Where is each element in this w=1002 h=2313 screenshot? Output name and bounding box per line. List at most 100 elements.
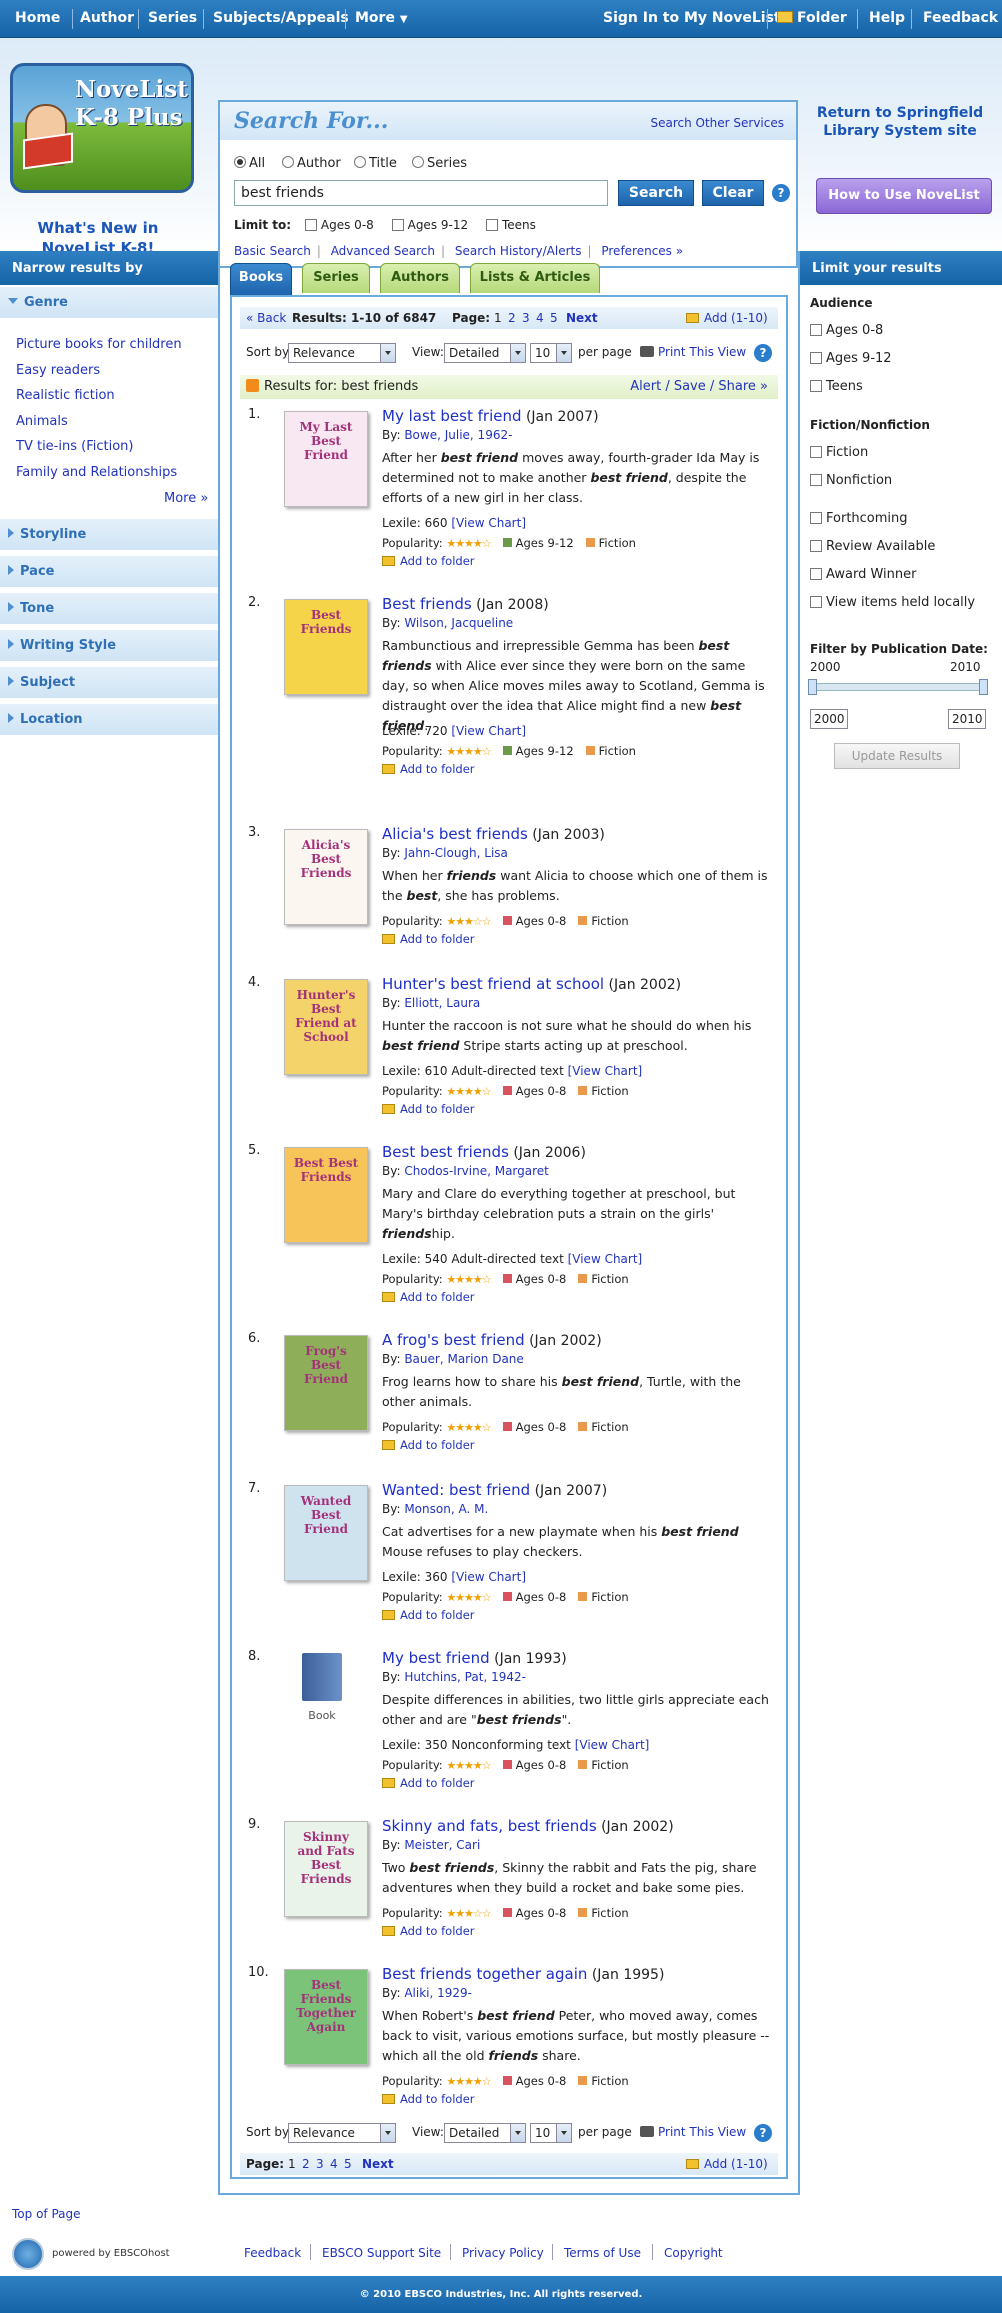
add-to-folder-link[interactable]: Add to folder <box>382 1438 475 1452</box>
page-link[interactable]: 5 <box>344 2157 352 2171</box>
view-chart-link[interactable]: [View Chart] <box>575 1738 650 1752</box>
clear-button[interactable]: Clear <box>702 180 764 206</box>
facet-writing-style[interactable]: Writing Style <box>0 630 218 662</box>
view-chart-link[interactable]: [View Chart] <box>568 1252 643 1266</box>
view-select[interactable]: Detailed <box>444 343 526 363</box>
view-chart-link[interactable]: [View Chart] <box>451 1570 526 1584</box>
book-cover-image[interactable]: My Last Best Friend <box>284 411 368 507</box>
tab-authors[interactable]: Authors <box>380 263 460 293</box>
facet-location[interactable]: Location <box>0 704 218 736</box>
filter-forthcoming[interactable]: Forthcoming <box>810 511 908 526</box>
nav-feedback[interactable]: Feedback <box>923 10 998 26</box>
book-cover-image[interactable]: Best Friends Together Again <box>284 1969 368 2065</box>
book-cover-image[interactable]: Book <box>302 1653 342 1722</box>
return-to-library-link[interactable]: Return to Springfield Library System sit… <box>810 104 990 140</box>
book-cover-image[interactable]: Alicia's Best Friends <box>284 829 368 925</box>
next-link[interactable]: Next <box>362 2157 394 2171</box>
filter-held-locally[interactable]: View items held locally <box>810 595 975 610</box>
date-to-input[interactable]: 2010 <box>948 709 986 729</box>
nav-home[interactable]: Home <box>15 10 60 26</box>
limit-teens[interactable]: Teens <box>485 218 536 232</box>
search-button[interactable]: Search <box>618 180 694 206</box>
filter-nonfiction[interactable]: Nonfiction <box>810 473 892 488</box>
author-link[interactable]: Hutchins, Pat, 1942- <box>404 1670 526 1684</box>
genre-more-link[interactable]: More » <box>164 491 208 506</box>
page-link[interactable]: 5 <box>550 311 558 325</box>
per-page-select[interactable]: 10 <box>530 343 572 363</box>
audience-teens[interactable]: Teens <box>810 379 863 394</box>
add-to-folder-link[interactable]: Add to folder <box>382 762 475 776</box>
author-link[interactable]: Bowe, Julie, 1962- <box>404 428 512 442</box>
nav-series[interactable]: Series <box>148 10 197 26</box>
page-link[interactable]: 2 <box>508 311 516 325</box>
book-cover-image[interactable]: Best Friends <box>284 599 368 695</box>
view-chart-link[interactable]: [View Chart] <box>568 1064 643 1078</box>
print-view-link[interactable]: Print This View <box>640 2125 746 2139</box>
slider-handle-end[interactable] <box>979 679 988 695</box>
author-link[interactable]: Aliki, 1929- <box>404 1986 472 2000</box>
facet-subject[interactable]: Subject <box>0 667 218 699</box>
author-link[interactable]: Elliott, Laura <box>404 996 480 1010</box>
nav-folder[interactable]: Folder <box>777 10 847 26</box>
view-select[interactable]: Detailed <box>444 2123 526 2143</box>
nav-subjects-appeals[interactable]: Subjects/Appeals <box>213 10 349 26</box>
result-title-link[interactable]: Best friends together again <box>382 1965 587 1983</box>
genre-link[interactable]: Easy readers <box>16 363 100 378</box>
top-of-page-link[interactable]: Top of Page <box>12 2207 81 2221</box>
help-icon[interactable]: ? <box>754 2124 772 2142</box>
filter-review-available[interactable]: Review Available <box>810 539 935 554</box>
novelist-logo[interactable]: NoveList K-8 Plus <box>10 63 194 193</box>
author-link[interactable]: Jahn-Clough, Lisa <box>404 846 508 860</box>
add-to-folder-link[interactable]: Add to folder <box>382 1608 475 1622</box>
radio-all[interactable]: All <box>234 156 265 171</box>
rss-icon[interactable] <box>246 379 259 392</box>
update-results-button[interactable]: Update Results <box>834 743 960 769</box>
alert-save-share-link[interactable]: Alert / Save / Share » <box>630 379 768 394</box>
facet-genre[interactable]: Genre <box>0 287 218 319</box>
slider-handle-start[interactable] <box>808 679 817 695</box>
result-title-link[interactable]: A frog's best friend <box>382 1331 525 1349</box>
add-to-folder-link[interactable]: Add to folder <box>382 1290 475 1304</box>
result-title-link[interactable]: Best best friends <box>382 1143 509 1161</box>
filter-award-winner[interactable]: Award Winner <box>810 567 916 582</box>
genre-link[interactable]: Family and Relationships <box>16 465 177 480</box>
add-to-folder-link[interactable]: Add to folder <box>382 554 475 568</box>
result-title-link[interactable]: Skinny and fats, best friends <box>382 1817 597 1835</box>
search-input[interactable]: best friends <box>234 180 608 206</box>
help-icon[interactable]: ? <box>754 344 772 362</box>
genre-link[interactable]: TV tie-ins (Fiction) <box>16 439 133 454</box>
facet-storyline[interactable]: Storyline <box>0 519 218 551</box>
add-to-folder-link[interactable]: Add to folder <box>382 1102 475 1116</box>
page-link[interactable]: 4 <box>536 311 544 325</box>
tab-books[interactable]: Books <box>230 263 292 295</box>
book-cover-image[interactable]: Skinny and Fats Best Friends <box>284 1821 368 1917</box>
add-to-folder-link[interactable]: Add to folder <box>382 1924 475 1938</box>
sort-select[interactable]: Relevance <box>288 2123 396 2143</box>
per-page-select[interactable]: 10 <box>530 2123 572 2143</box>
view-chart-link[interactable]: [View Chart] <box>451 724 526 738</box>
page-link-current[interactable]: 1 <box>494 311 502 325</box>
audience-ages-0-8[interactable]: Ages 0-8 <box>810 323 883 338</box>
book-cover-image[interactable]: Frog's Best Friend <box>284 1335 368 1431</box>
footer-support-link[interactable]: EBSCO Support Site <box>322 2246 441 2260</box>
facet-pace[interactable]: Pace <box>0 556 218 588</box>
author-link[interactable]: Bauer, Marion Dane <box>404 1352 523 1366</box>
print-view-link[interactable]: Print This View <box>640 345 746 359</box>
book-cover-image[interactable]: Wanted Best Friend <box>284 1485 368 1581</box>
date-range-slider[interactable] <box>808 679 988 695</box>
footer-feedback-link[interactable]: Feedback <box>244 2246 301 2260</box>
radio-series[interactable]: Series <box>412 156 467 171</box>
add-to-folder-link[interactable]: Add to folder <box>382 2092 475 2106</box>
genre-link[interactable]: Picture books for children <box>16 337 182 352</box>
search-other-services-link[interactable]: Search Other Services <box>650 116 784 130</box>
page-link[interactable]: 4 <box>330 2157 338 2171</box>
author-link[interactable]: Chodos-Irvine, Margaret <box>404 1164 549 1178</box>
result-title-link[interactable]: Best friends <box>382 595 472 613</box>
footer-terms-link[interactable]: Terms of Use <box>564 2246 641 2260</box>
nav-sign-in[interactable]: Sign In to My NoveList <box>603 10 781 26</box>
how-to-use-button[interactable]: How to Use NoveList <box>816 178 992 214</box>
book-cover-image[interactable]: Hunter's Best Friend at School <box>284 979 368 1075</box>
facet-tone[interactable]: Tone <box>0 593 218 625</box>
nav-help[interactable]: Help <box>869 10 905 26</box>
result-title-link[interactable]: My last best friend <box>382 407 522 425</box>
